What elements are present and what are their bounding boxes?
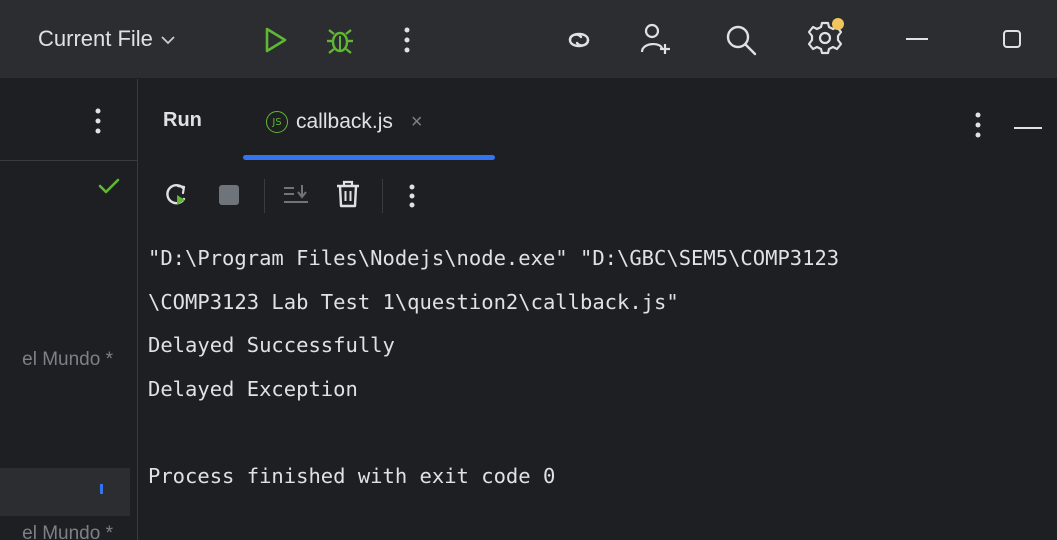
minimize-icon[interactable] [902, 24, 932, 54]
console-line: Delayed Exception [148, 376, 358, 401]
run-icon[interactable] [260, 24, 292, 56]
ai-assistant-icon[interactable] [561, 22, 597, 58]
debug-icon[interactable] [322, 22, 358, 58]
rerun-icon[interactable] [163, 181, 193, 211]
project-panel: el Mundo * el Mundo * [0, 79, 138, 540]
nodejs-icon: JS [266, 111, 288, 133]
console-line: Process finished with exit code 0 [148, 463, 556, 488]
tool-window-title: Run [163, 109, 202, 131]
clear-all-icon[interactable] [334, 179, 364, 211]
run-toolbar [138, 167, 1057, 223]
stop-icon[interactable] [218, 184, 242, 208]
more-vertical-icon[interactable] [402, 181, 422, 211]
chevron-down-icon [161, 32, 175, 48]
run-config-selector[interactable]: Current File [38, 22, 175, 56]
maximize-icon[interactable] [997, 24, 1027, 54]
more-vertical-icon[interactable] [392, 22, 422, 58]
notification-badge [832, 18, 844, 30]
run-tool-window: Run JS callback.js × "D:\Program Files\N… [138, 79, 1057, 540]
toolbar-divider [264, 179, 265, 213]
add-user-icon[interactable] [637, 20, 673, 58]
console-line: Delayed Successfully [148, 333, 395, 357]
hide-panel-icon[interactable] [1014, 117, 1044, 129]
more-vertical-icon[interactable] [968, 107, 988, 143]
console-output[interactable]: "D:\Program Files\Nodejs\node.exe" "D:\G… [148, 237, 1053, 498]
tab-label: callback.js [296, 110, 393, 133]
settings-icon[interactable] [803, 16, 847, 60]
scroll-to-end-icon[interactable] [282, 182, 312, 210]
title-bar: Current File [0, 0, 1057, 79]
run-config-label: Current File [38, 26, 153, 51]
ide-window: Current File el Mundo * el Mundo * Run J… [0, 0, 1057, 540]
active-tab-indicator [243, 155, 495, 160]
checkmark-icon [98, 177, 122, 199]
file-list-item[interactable]: el Mundo * [22, 523, 113, 540]
console-line: "D:\Program Files\Nodejs\node.exe" "D:\G… [148, 246, 840, 270]
tab-bar: Run JS callback.js × [138, 79, 1057, 163]
tab-callback-js[interactable]: JS callback.js × [266, 105, 423, 139]
file-list-item[interactable]: el Mundo * [22, 349, 113, 371]
divider [0, 160, 137, 161]
close-icon[interactable]: × [411, 111, 423, 134]
more-vertical-icon[interactable] [88, 103, 108, 139]
selected-row[interactable] [0, 468, 130, 516]
scroll-marker [100, 484, 103, 494]
search-icon[interactable] [723, 22, 759, 58]
toolbar-divider [382, 179, 383, 213]
console-line: \COMP3123 Lab Test 1\question2\callback.… [148, 289, 679, 314]
